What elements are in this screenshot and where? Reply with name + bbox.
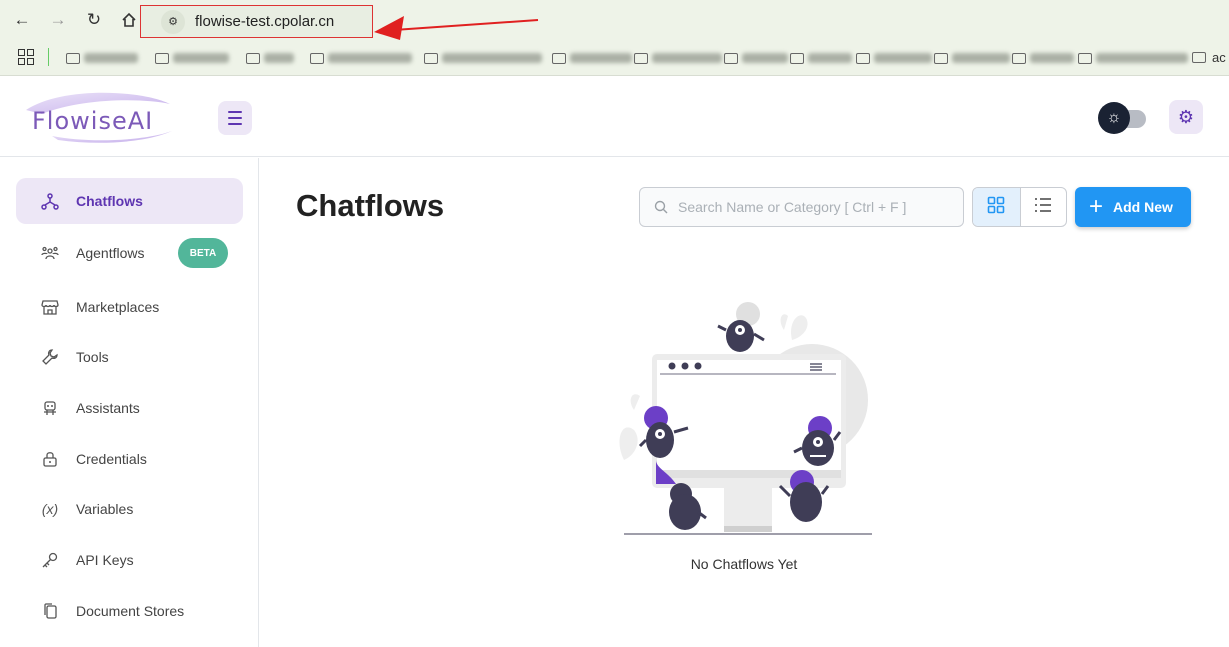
add-new-button[interactable]: + Add New xyxy=(1075,187,1191,227)
sidebar-item-label: Marketplaces xyxy=(76,299,160,315)
folder-icon xyxy=(1078,52,1092,64)
folder-icon xyxy=(552,52,566,64)
search-placeholder: Search Name or Category [ Ctrl + F ] xyxy=(678,199,907,215)
apps-icon[interactable] xyxy=(18,49,34,65)
folder-icon xyxy=(934,52,948,64)
lock-icon xyxy=(40,449,60,469)
sidebar-item-label: Tools xyxy=(76,349,109,365)
page-title: Chatflows xyxy=(296,188,445,223)
site-settings-icon[interactable]: ⚙ xyxy=(161,9,185,34)
bookmark-item[interactable] xyxy=(856,50,932,66)
bookmark-label: ac xyxy=(1212,50,1226,65)
folder-icon xyxy=(634,52,648,64)
folder-icon xyxy=(1192,52,1206,63)
folder-icon xyxy=(1012,52,1026,64)
red-arrow-annotation xyxy=(374,16,539,40)
home-icon[interactable] xyxy=(117,8,141,32)
sidebar-item-tools[interactable]: Tools xyxy=(16,334,243,380)
sidebar-item-variables[interactable]: (x) Variables xyxy=(16,486,243,532)
bookmark-item[interactable] xyxy=(790,50,852,66)
bookmark-item[interactable] xyxy=(1012,50,1074,66)
grid-view-button[interactable] xyxy=(973,188,1020,226)
sidebar-item-document-stores[interactable]: Document Stores xyxy=(16,588,243,634)
sidebar-item-label: Assistants xyxy=(76,400,140,416)
storefront-icon xyxy=(40,297,60,317)
variable-icon: (x) xyxy=(41,501,59,517)
empty-state-illustration xyxy=(619,302,872,535)
robot-icon xyxy=(40,398,60,418)
view-toggle xyxy=(972,187,1067,227)
reload-icon[interactable]: ↻ xyxy=(82,8,106,32)
sidebar-item-agentflows[interactable]: Agentflows BETA xyxy=(16,230,243,276)
bookmark-item[interactable] xyxy=(1078,50,1188,66)
folder-icon xyxy=(724,52,738,64)
bookmark-item[interactable] xyxy=(424,50,542,66)
search-input[interactable]: Search Name or Category [ Ctrl + F ] xyxy=(639,187,964,227)
bookmark-item[interactable] xyxy=(724,50,788,66)
grid-icon xyxy=(987,196,1005,219)
bookmark-item[interactable] xyxy=(246,50,294,66)
bookmark-item[interactable]: ac xyxy=(1192,50,1226,65)
sidebar-item-label: Variables xyxy=(76,501,134,517)
logo-text: FlowiseAI xyxy=(32,107,154,135)
wrench-icon xyxy=(40,347,60,367)
bookmark-separator xyxy=(48,48,49,66)
sidebar-item-label: Agentflows xyxy=(76,245,145,261)
folder-icon xyxy=(66,52,80,64)
bookmark-item[interactable] xyxy=(934,50,1010,66)
address-bar[interactable]: ⚙ flowise-test.cpolar.cn xyxy=(140,5,373,38)
sidebar-item-label: Document Stores xyxy=(76,603,185,619)
list-icon xyxy=(1034,196,1052,219)
menu-toggle-button[interactable] xyxy=(218,101,252,135)
search-icon xyxy=(654,200,668,214)
sun-icon: ☼ xyxy=(1098,102,1130,134)
app-header xyxy=(0,77,1229,157)
forward-icon[interactable]: → xyxy=(46,8,70,32)
back-icon[interactable]: ← xyxy=(10,8,34,32)
beta-badge: BETA xyxy=(178,238,228,268)
folder-icon xyxy=(246,52,260,64)
sidebar-item-api-keys[interactable]: API Keys xyxy=(16,537,243,583)
add-new-label: Add New xyxy=(1113,199,1173,215)
folder-icon xyxy=(856,52,870,64)
sidebar-item-assistants[interactable]: Assistants xyxy=(16,385,243,431)
list-view-button[interactable] xyxy=(1019,188,1067,226)
folder-icon xyxy=(155,52,169,64)
bookmark-item[interactable] xyxy=(66,50,138,66)
bookmark-item[interactable] xyxy=(155,50,229,66)
files-icon xyxy=(40,601,60,621)
hierarchy-icon xyxy=(40,191,60,211)
bookmark-item[interactable] xyxy=(552,50,632,66)
settings-gear-icon[interactable]: ⚙ xyxy=(1169,100,1203,134)
bookmark-item[interactable] xyxy=(310,50,412,66)
empty-state-text: No Chatflows Yet xyxy=(690,556,798,572)
sidebar-item-label: Credentials xyxy=(76,451,147,467)
theme-toggle[interactable]: ☼ xyxy=(1098,102,1148,134)
plus-icon: + xyxy=(1089,193,1104,220)
key-icon xyxy=(40,550,60,570)
sidebar-item-label: API Keys xyxy=(76,552,134,568)
folder-icon xyxy=(424,52,438,64)
users-group-icon xyxy=(40,243,60,263)
sidebar-item-label: Chatflows xyxy=(76,193,143,209)
sidebar-item-credentials[interactable]: Credentials xyxy=(16,436,243,482)
sidebar-item-chatflows[interactable]: Chatflows xyxy=(16,178,243,224)
sidebar-item-marketplaces[interactable]: Marketplaces xyxy=(16,284,243,330)
folder-icon xyxy=(310,52,324,64)
folder-icon xyxy=(790,52,804,64)
bookmark-item[interactable] xyxy=(634,50,722,66)
url-text: flowise-test.cpolar.cn xyxy=(195,13,335,30)
